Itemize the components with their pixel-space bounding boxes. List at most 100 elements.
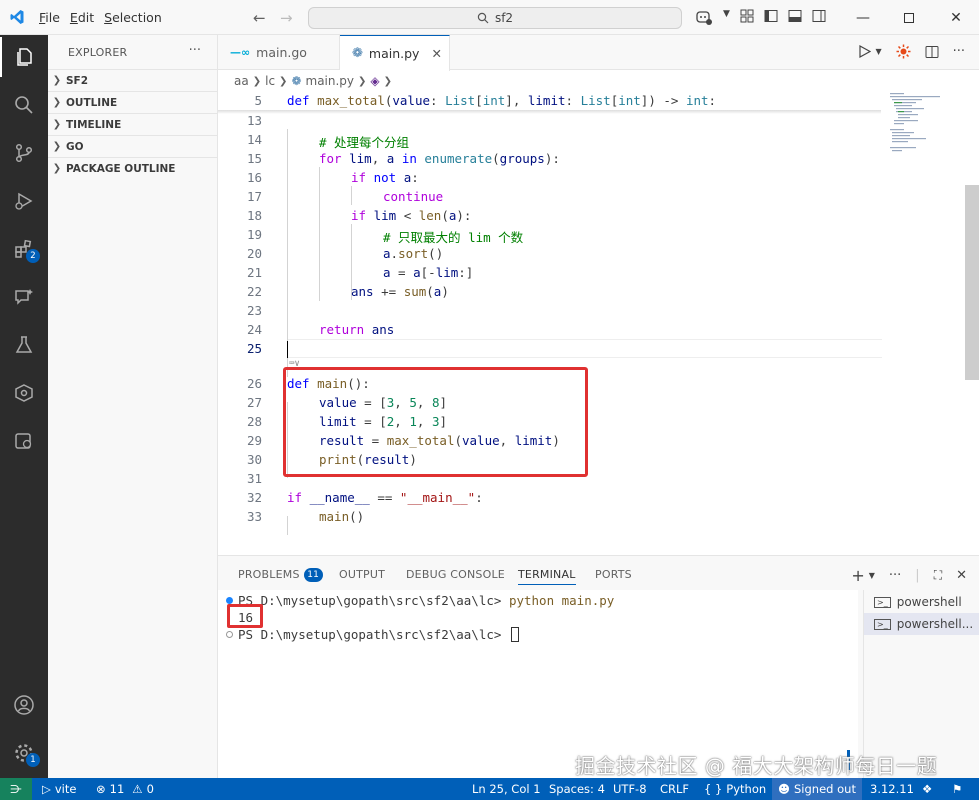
- watermark: 掘金技术社区 @ 福大大架构师每日一题: [575, 754, 938, 778]
- chevron-down-icon[interactable]: ▼: [723, 9, 730, 25]
- status-eol[interactable]: CRLF: [660, 778, 689, 800]
- back-arrow-icon[interactable]: ←: [253, 9, 266, 27]
- close-tab-icon[interactable]: ✕: [431, 46, 441, 61]
- toggle-sidebar-icon[interactable]: [764, 9, 778, 23]
- notifications-bell-icon[interactable]: ⚑: [952, 778, 962, 800]
- line-number: 5: [254, 93, 262, 108]
- section-package-outline[interactable]: ❯ PACKAGE OUTLINE: [48, 157, 218, 179]
- copilot-icon[interactable]: [695, 9, 713, 25]
- more-actions-icon[interactable]: ···: [189, 43, 201, 58]
- terminal-item[interactable]: >_ powershell: [864, 591, 979, 613]
- tab-ports[interactable]: PORTS: [595, 568, 632, 581]
- toggle-panel-icon[interactable]: [788, 9, 802, 23]
- close-button[interactable]: ✕: [933, 0, 979, 35]
- remote-indicator-icon[interactable]: ⋺: [0, 778, 32, 800]
- line-number: 14: [246, 132, 262, 147]
- search-icon[interactable]: [0, 85, 48, 125]
- tab-problems[interactable]: PROBLEMS 11: [238, 568, 323, 582]
- source-control-icon[interactable]: [0, 133, 48, 173]
- chevron-down-icon[interactable]: ▼: [875, 47, 881, 56]
- code-line-24: return ans: [319, 322, 395, 337]
- play-icon: ▷: [42, 782, 51, 796]
- sticky-code-line: def max_total(value: List[int], limit: L…: [287, 93, 717, 108]
- line-number: 18: [246, 208, 262, 223]
- terminal-item-selected[interactable]: >_ powershell...: [864, 613, 979, 635]
- maximize-button[interactable]: [886, 0, 932, 35]
- close-panel-icon[interactable]: ✕: [956, 568, 967, 583]
- status-cursor-position[interactable]: Ln 25, Col 1: [472, 778, 541, 800]
- line-number: 22: [246, 284, 262, 299]
- sidebar-title: EXPLORER: [68, 46, 128, 59]
- maximize-panel-icon[interactable]: ⛶: [934, 568, 942, 583]
- toggle-secondary-sidebar-icon[interactable]: [812, 9, 826, 23]
- minimize-button[interactable]: —: [840, 0, 886, 35]
- warning-icon: ⚠: [132, 782, 143, 796]
- editor-scrollbar[interactable]: [965, 185, 979, 380]
- code-line-17: continue: [383, 189, 444, 204]
- separator: |: [915, 568, 920, 583]
- line-number: 13: [246, 113, 262, 128]
- tab-terminal[interactable]: TERMINAL: [518, 568, 576, 585]
- remote-explorer-icon[interactable]: [0, 421, 48, 461]
- accounts-icon[interactable]: [0, 685, 48, 725]
- command-decoration-empty[interactable]: [226, 631, 233, 638]
- forward-arrow-icon[interactable]: →: [280, 9, 293, 27]
- command-center-text: sf2: [494, 11, 514, 25]
- menu-file[interactable]: File: [34, 0, 65, 35]
- code-line-20: a.sort(): [383, 246, 444, 261]
- status-problems[interactable]: ⊗ 11 ⚠ 0: [96, 778, 154, 800]
- status-copilot-signed-out[interactable]: ☻ Signed out: [772, 778, 862, 800]
- tab-main-py[interactable]: ❁ main.py ✕: [340, 35, 450, 71]
- menu-edit[interactable]: Edit: [65, 0, 99, 35]
- command-decoration-success[interactable]: [226, 597, 233, 604]
- status-indentation[interactable]: Spaces: 4: [549, 778, 605, 800]
- run-python-icon[interactable]: [858, 45, 872, 58]
- line-number: 17: [246, 189, 262, 204]
- section-sf2[interactable]: ❯ SF2: [48, 69, 218, 91]
- status-copilot-icon[interactable]: ❖: [922, 778, 932, 800]
- indent-guide: [319, 167, 320, 301]
- tab-main-go[interactable]: —∞ main.go: [218, 35, 340, 70]
- terminal-icon: >_: [874, 596, 891, 608]
- section-outline[interactable]: ❯ OUTLINE: [48, 91, 218, 113]
- code-editor[interactable]: 5 def max_total(value: List[int], limit:…: [218, 91, 979, 555]
- sparkle-icon[interactable]: [896, 44, 911, 59]
- command-center-search[interactable]: sf2: [308, 7, 682, 29]
- status-python-version[interactable]: 3.12.11: [870, 778, 914, 800]
- settings-gear-icon[interactable]: 1: [0, 733, 48, 773]
- more-actions-icon[interactable]: ···: [889, 568, 901, 583]
- line-number: 28: [246, 414, 262, 429]
- explorer-icon[interactable]: [0, 37, 48, 77]
- section-timeline[interactable]: ❯ TIMELINE: [48, 113, 218, 135]
- extensions-badge: 2: [26, 249, 40, 263]
- chevron-right-icon: ❯: [52, 163, 62, 174]
- layout-grid-icon[interactable]: [740, 9, 754, 23]
- tab-debug-console[interactable]: DEBUG CONSOLE: [406, 568, 505, 581]
- line-number: 24: [246, 322, 262, 337]
- extensions-icon[interactable]: 2: [0, 229, 48, 269]
- status-encoding[interactable]: UTF-8: [613, 778, 647, 800]
- breadcrumb: aa ❯ lc ❯ ❁ main.py ❯ ◈ ❯: [218, 71, 898, 91]
- split-editor-icon[interactable]: [925, 45, 939, 59]
- bottom-panel: PROBLEMS 11 OUTPUT DEBUG CONSOLE TERMINAL…: [218, 555, 979, 779]
- breadcrumb-item-file[interactable]: main.py: [306, 74, 355, 88]
- section-go[interactable]: ❯ GO: [48, 135, 218, 157]
- line-number: 21: [246, 265, 262, 280]
- code-line-16: if not a:: [351, 170, 419, 185]
- line-number-current: 25: [246, 341, 262, 356]
- more-actions-icon[interactable]: ···: [953, 44, 965, 59]
- gitlens-icon[interactable]: [0, 373, 48, 413]
- tab-output[interactable]: OUTPUT: [339, 568, 385, 581]
- chevron-down-icon[interactable]: ▼: [869, 571, 875, 580]
- status-vite[interactable]: ▷ vite: [42, 778, 76, 800]
- breadcrumb-item-aa[interactable]: aa: [234, 74, 249, 88]
- menu-selection[interactable]: Selection: [99, 0, 167, 35]
- run-debug-icon[interactable]: [0, 181, 48, 221]
- status-language[interactable]: { } Python: [704, 778, 766, 800]
- breadcrumb-item-lc[interactable]: lc: [265, 74, 275, 88]
- minimap[interactable]: [884, 91, 964, 161]
- testing-icon[interactable]: [0, 325, 48, 365]
- line-number: 32: [246, 490, 262, 505]
- chat-icon[interactable]: [0, 277, 48, 317]
- new-terminal-icon[interactable]: +: [851, 566, 864, 585]
